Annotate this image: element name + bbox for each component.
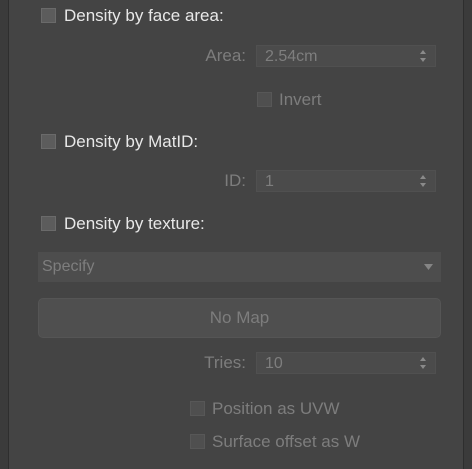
spinner-arrows-icon[interactable]	[419, 49, 427, 63]
tries-spinner[interactable]: 10	[256, 352, 436, 374]
panel-left-divider	[8, 0, 9, 469]
area-value: 2.54cm	[265, 48, 318, 65]
panel-left-edge	[0, 0, 8, 469]
id-spinner[interactable]: 1	[256, 170, 436, 192]
area-spinner[interactable]: 2.54cm	[256, 45, 436, 67]
area-label: Area:	[205, 46, 246, 65]
surface-offset-label: Surface offset as W	[212, 432, 361, 451]
id-label: ID:	[224, 171, 246, 190]
density-matid-label: Density by MatID:	[64, 132, 199, 151]
density-matid-checkbox[interactable]	[41, 134, 56, 149]
density-face-area-label: Density by face area:	[64, 6, 224, 25]
tries-label: Tries:	[204, 353, 246, 372]
id-value: 1	[265, 173, 274, 190]
spinner-arrows-icon[interactable]	[419, 174, 427, 188]
spinner-arrows-icon[interactable]	[419, 356, 427, 370]
texture-mode-dropdown[interactable]: Specify	[38, 252, 441, 282]
texture-mode-value: Specify	[42, 258, 95, 275]
position-uvw-label: Position as UVW	[212, 399, 340, 418]
chevron-down-icon	[424, 264, 433, 270]
surface-offset-checkbox[interactable]	[190, 434, 205, 449]
panel-right-divider	[463, 0, 464, 469]
density-face-area-checkbox[interactable]	[41, 8, 56, 23]
invert-label: Invert	[279, 90, 322, 109]
density-texture-label: Density by texture:	[64, 214, 205, 233]
tries-value: 10	[265, 355, 283, 372]
density-texture-checkbox[interactable]	[41, 216, 56, 231]
invert-checkbox[interactable]	[257, 92, 272, 107]
no-map-button[interactable]: No Map	[38, 298, 441, 338]
position-uvw-checkbox[interactable]	[190, 401, 205, 416]
panel-right-edge	[464, 0, 472, 469]
